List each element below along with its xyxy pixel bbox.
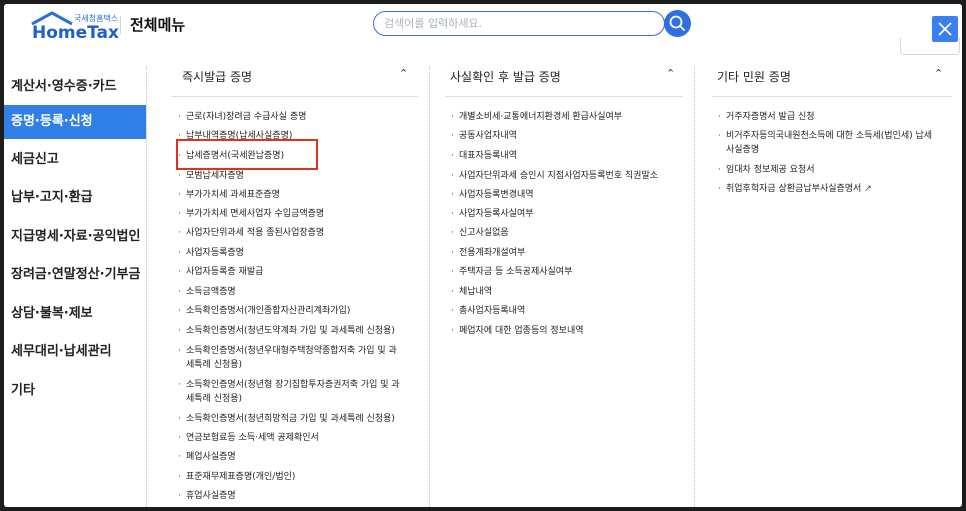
list-item[interactable]: 전용계좌개설여부 [451, 246, 525, 260]
header: 국세청홈택스 HomeTax 전체메뉴 [4, 4, 962, 55]
column-divider [429, 66, 431, 507]
sidebar-item-payment[interactable]: 납부·고지·환급 [4, 181, 146, 215]
list-item[interactable]: 소득금액증명 [178, 285, 236, 299]
column-rule [712, 96, 952, 97]
logo-text: HomeTax [32, 23, 119, 43]
sidebar: 계산서·영수증·카드 증명·등록·신청 세금신고 납부·고지·환급 지급명세·자… [4, 66, 146, 507]
list-item[interactable]: 표준재무제표증명(개인/법인) [178, 470, 295, 484]
list-item[interactable]: 사업자단위과세 적용 종된사업장증명 [178, 226, 324, 240]
list-item[interactable]: 부가가치세 면세사업자 수입금액증명 [178, 207, 324, 221]
list-item[interactable]: 사업자등록증명 [178, 246, 244, 260]
list-item[interactable]: 모범납세자증명 [178, 169, 244, 183]
search-button[interactable] [664, 10, 691, 37]
list-item[interactable]: 부가가치세 과세표준증명 [178, 188, 280, 202]
chevron-up-icon[interactable]: ⌃ [666, 67, 675, 80]
list-item[interactable]: 비거주자등의국내원천소득에 대한 소득세(법인세) 납세사실증명 [718, 129, 940, 157]
search-icon [669, 15, 685, 31]
chevron-up-icon[interactable]: ⌃ [399, 67, 408, 80]
sidebar-item-statement[interactable]: 지급명세·자료·공익법인 [4, 220, 146, 254]
list-item[interactable]: 소득확인증명서(개인종합자산관리계좌가입) [178, 304, 350, 318]
list-item[interactable]: 대표자등록내역 [451, 149, 517, 163]
list-item[interactable]: 사업자단위과세 승인시 지점사업자등록번호 직권말소 [451, 169, 658, 183]
close-icon [938, 22, 952, 36]
list-item[interactable]: 폐업사실증명 [178, 450, 236, 464]
external-link-icon: ↗ [864, 184, 872, 194]
sidebar-item-agent[interactable]: 세무대리·납세관리 [4, 335, 146, 369]
sidebar-item-incentive[interactable]: 장려금·연말정산·기부금 [4, 258, 146, 292]
list-item[interactable]: 소득확인증명서(청년우대형주택청약종합저축 가입 및 과세특례 신청용) [178, 344, 400, 372]
list-item-label: 취업후학자금 상환금납부사실증명서 [726, 184, 862, 194]
list-item[interactable]: 근로(자녀)장려금 수급사실 증명 [178, 110, 306, 124]
highlight-box [176, 139, 318, 170]
list-item[interactable]: 소득확인증명서(청년도약계좌 가입 및 과세특례 신청용) [178, 324, 414, 338]
header-divider [120, 16, 121, 34]
sidebar-item-etc[interactable]: 기타 [4, 374, 146, 408]
list-item[interactable]: 소득확인증명서(청년형 장기집합투자증권저축 가입 및 과세특례 신청용) [178, 378, 400, 406]
list-item[interactable]: 연금보험료등 소득·세액 공제확인서 [178, 431, 319, 445]
column-rule [445, 96, 683, 97]
column-title-other[interactable]: 기타 민원 증명 [717, 68, 791, 85]
column-title-verified[interactable]: 사실확인 후 발급 증명 [450, 68, 561, 85]
list-item[interactable]: 총사업자등록내역 [451, 304, 525, 318]
list-item[interactable]: 임대차 정보제공 요청서 [718, 163, 815, 177]
list-item[interactable]: 신고사실없음 [451, 226, 509, 240]
list-item-link[interactable]: 취업후학자금 상환금납부사실증명서 ↗ [718, 182, 872, 196]
close-button[interactable] [932, 16, 958, 42]
list-item[interactable]: 체납내역 [451, 285, 492, 299]
list-item[interactable]: 사업자등록사실여부 [451, 207, 534, 221]
list-item[interactable]: 공동사업자내역 [451, 129, 517, 143]
list-item[interactable]: 사업자등록증 재발급 [178, 265, 263, 279]
list-item[interactable]: 개별소비세·교통에너지환경세 환급사실여부 [451, 110, 622, 124]
list-item[interactable]: 소득확인증명서(청년희망적금 가입 및 과세특례 신청용) [178, 412, 414, 426]
sidebar-item-invoice[interactable]: 계산서·영수증·카드 [4, 70, 146, 104]
list-item[interactable]: 거주자증명서 발급 신청 [718, 110, 815, 124]
list-item[interactable]: 주택자금 등 소득공제사실여부 [451, 265, 572, 279]
page-title: 전체메뉴 [130, 16, 186, 34]
sidebar-divider [146, 66, 148, 507]
sidebar-item-tax-return[interactable]: 세금신고 [4, 143, 146, 177]
sidebar-item-certificate[interactable]: 증명·등록·신청 [4, 105, 146, 139]
app-window: 국세청홈택스 HomeTax 전체메뉴 계산서·영수증·카드 증명·등록·신청 … [4, 4, 962, 507]
list-item[interactable]: 휴업사실증명 [178, 489, 236, 503]
column-rule [172, 96, 418, 97]
chevron-up-icon[interactable]: ⌃ [934, 67, 943, 80]
list-item[interactable]: 사업자등록변경내역 [451, 188, 534, 202]
column-title-instant[interactable]: 즉시발급 증명 [182, 68, 252, 85]
column-divider [694, 66, 696, 507]
list-item[interactable]: 폐업자에 대한 업종등의 정보내역 [451, 324, 584, 338]
search-input[interactable] [384, 15, 634, 32]
sidebar-item-consult[interactable]: 상담·불복·제보 [4, 297, 146, 331]
search-box [373, 11, 665, 36]
hometax-logo[interactable]: 국세청홈택스 HomeTax [18, 11, 124, 45]
